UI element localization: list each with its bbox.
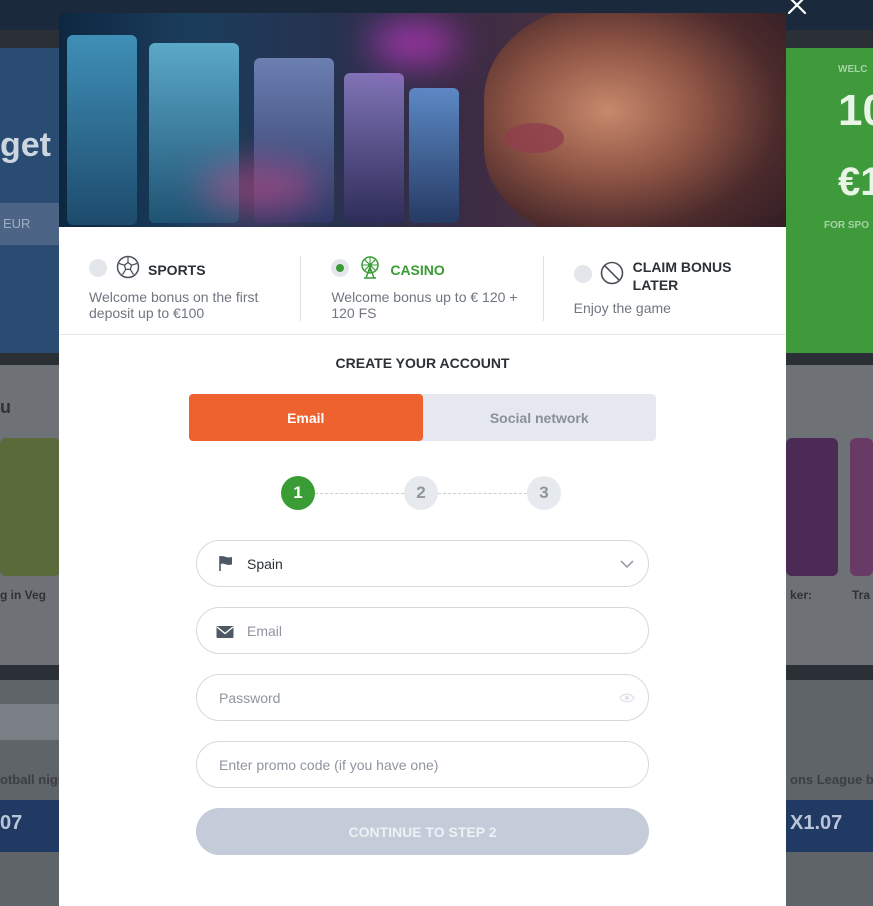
sports-title: SPORTS xyxy=(148,262,206,278)
no-entry-icon xyxy=(600,261,623,285)
sports-radio[interactable] xyxy=(89,259,107,277)
close-icon[interactable] xyxy=(784,0,810,18)
sports-description: Welcome bonus on the first deposit up to… xyxy=(89,289,259,321)
country-select[interactable]: Spain xyxy=(196,540,649,587)
create-account-title: CREATE YOUR ACCOUNT xyxy=(335,355,510,371)
casino-radio[interactable] xyxy=(331,259,350,277)
step-connector xyxy=(315,493,404,494)
later-description: Enjoy the game xyxy=(573,300,671,316)
soccer-ball-icon xyxy=(116,255,140,279)
bg-hero-left: get a EUR xyxy=(0,48,79,353)
later-title: CLAIM BONUS LATER xyxy=(632,259,732,293)
bg-game-card xyxy=(850,438,873,576)
bg-game-card xyxy=(0,438,60,576)
email-field[interactable]: Email xyxy=(196,607,649,654)
password-placeholder: Password xyxy=(219,690,281,706)
registration-modal: SPORTS Welcome bonus on the first deposi… xyxy=(59,13,786,906)
chevron-down-icon xyxy=(620,560,634,569)
password-field[interactable]: Password xyxy=(196,674,649,721)
bg-odds-block: X1.07 xyxy=(786,800,873,852)
step-indicator: 1 2 3 xyxy=(281,476,563,510)
step-2: 2 xyxy=(404,476,438,510)
ferris-wheel-icon xyxy=(361,256,380,279)
signup-method-tabs: Email Social network xyxy=(189,394,656,441)
later-radio[interactable] xyxy=(573,265,592,283)
promo-placeholder: Enter promo code (if you have one) xyxy=(219,757,439,773)
bg-hero-right: WELC 10 €1 FOR SPO xyxy=(786,48,873,353)
email-placeholder: Email xyxy=(247,623,283,639)
step-1: 1 xyxy=(281,476,315,510)
bonus-option-later[interactable]: CLAIM BONUS LATER Enjoy the game xyxy=(544,227,786,334)
bg-game-card xyxy=(786,438,838,576)
close-button[interactable] xyxy=(784,0,810,18)
bg-odds-block: 07 xyxy=(0,800,60,852)
casino-title: CASINO xyxy=(390,262,445,278)
eye-icon[interactable] xyxy=(619,691,635,705)
promo-banner-image xyxy=(59,13,786,227)
bonus-option-casino[interactable]: CASINO Welcome bonus up to € 120 + 120 F… xyxy=(301,227,544,334)
casino-description: Welcome bonus up to € 120 + 120 FS xyxy=(331,289,518,321)
country-value: Spain xyxy=(247,556,283,572)
promo-code-field[interactable]: Enter promo code (if you have one) xyxy=(196,741,649,788)
bonus-selector: SPORTS Welcome bonus on the first deposi… xyxy=(59,227,786,335)
flag-icon xyxy=(219,556,232,571)
envelope-icon xyxy=(216,626,234,638)
tab-social-network[interactable]: Social network xyxy=(423,394,657,441)
step-3: 3 xyxy=(527,476,561,510)
tab-email[interactable]: Email xyxy=(189,394,423,441)
bonus-option-sports[interactable]: SPORTS Welcome bonus on the first deposi… xyxy=(59,227,302,334)
continue-button[interactable]: CONTINUE TO STEP 2 xyxy=(196,808,649,855)
step-connector xyxy=(438,493,527,494)
